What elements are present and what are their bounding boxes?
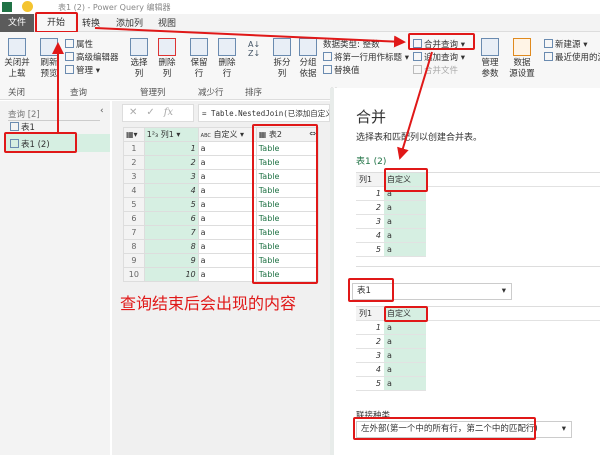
- arrow-to-dialog: [397, 51, 433, 160]
- annotation-arrows: [52, 27, 433, 160]
- arrow-to-merge: [94, 27, 406, 48]
